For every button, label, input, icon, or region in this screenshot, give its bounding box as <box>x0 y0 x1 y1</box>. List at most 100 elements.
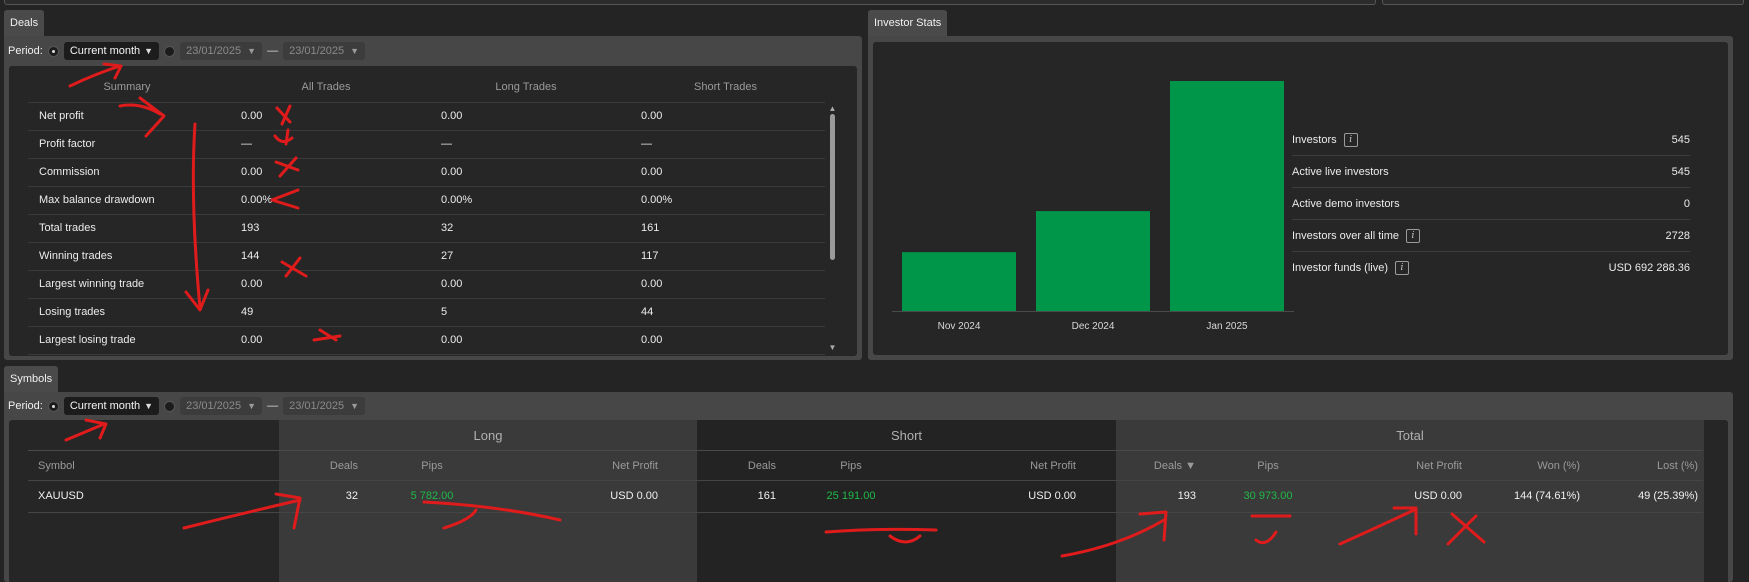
investor-stat-row: Investors i 545 <box>1292 124 1690 156</box>
symbols-date-to-value: 23/01/2025 <box>289 400 345 412</box>
symbols-col-header-total-pips[interactable]: Pips <box>1220 460 1316 472</box>
scroll-up-icon[interactable]: ▲ <box>828 104 837 113</box>
symbols-col-header-long-net-profit[interactable]: Net Profit <box>500 460 658 472</box>
tab-investor-stats[interactable]: Investor Stats <box>868 10 948 36</box>
chart-bar[interactable] <box>1036 211 1150 311</box>
tab-deals[interactable]: Deals <box>4 10 45 36</box>
deals-cell-value: — <box>626 130 825 159</box>
chart-category-label: Dec 2024 <box>1072 321 1115 332</box>
investor-stat-label-group: Investors i <box>1292 132 1358 147</box>
deals-date-separator: — <box>267 45 279 57</box>
deals-header-all[interactable]: All Trades <box>226 72 426 103</box>
deals-period-dropdown-value: Current month <box>69 45 141 57</box>
symbols-col-header-short-deals[interactable]: Deals <box>700 460 776 472</box>
investor-stat-label: Investors <box>1292 133 1337 146</box>
symbols-date-from-value: 23/01/2025 <box>186 400 242 412</box>
deals-row-net-profit: Net profit 0.00 0.00 0.00 <box>28 102 825 131</box>
top-panel-left-edge <box>4 0 1376 5</box>
symbols-date-from-field[interactable]: 23/01/2025 ▼ <box>180 397 263 415</box>
deals-scrollbar[interactable]: ▲ ▼ <box>828 104 837 352</box>
symbols-col-header-total-net-profit[interactable]: Net Profit <box>1330 460 1462 472</box>
symbols-col-header-short-net-profit[interactable]: Net Profit <box>918 460 1076 472</box>
investor-stat-label-group: Investors over all time i <box>1292 228 1420 243</box>
symbols-col-header-long-deals[interactable]: Deals <box>280 460 358 472</box>
investor-stat-value: 2728 <box>1665 229 1690 242</box>
deals-cell-value: 32 <box>426 214 626 243</box>
deals-cell-value: 0.00 <box>426 270 626 299</box>
symbols-group-header-total: Total <box>1396 428 1424 443</box>
deals-header-short[interactable]: Short Trades <box>626 72 825 103</box>
deals-cell-value: 27 <box>426 242 626 271</box>
symbols-row-divider <box>28 480 1703 481</box>
deals-table-container: Summary All Trades Long Trades Short Tra… <box>9 66 857 356</box>
investor-stat-label-group: Investor funds (live) i <box>1292 261 1409 275</box>
symbols-period-preset-radio[interactable] <box>47 400 59 412</box>
deals-row-winning-trades: Winning trades 144 27 117 <box>28 242 825 271</box>
info-icon[interactable]: i <box>1405 228 1420 243</box>
deals-period-dropdown[interactable]: Current month ▼ <box>63 42 160 60</box>
deals-cell-value: 161 <box>626 214 825 243</box>
chevron-down-icon: ▼ <box>144 401 154 411</box>
deals-row-max-drawdown: Max balance drawdown 0.00% 0.00% 0.00% <box>28 186 825 215</box>
deals-scrollbar-thumb[interactable] <box>830 114 835 260</box>
symbols-period-dropdown[interactable]: Current month ▼ <box>63 397 160 415</box>
deals-cell-value: 0.00% <box>426 186 626 215</box>
symbols-col-header-long-pips[interactable]: Pips <box>380 460 484 472</box>
chart-bar[interactable] <box>902 252 1016 311</box>
deals-cell-value: 0.00 <box>626 270 825 299</box>
symbols-row-divider <box>28 450 1703 451</box>
deals-cell-value: 0.00 <box>626 326 825 355</box>
symbols-col-header-won-pct[interactable]: Won (%) <box>1470 460 1580 472</box>
investor-stat-row: Investors over all time i 2728 <box>1292 220 1690 252</box>
deals-period-custom-radio[interactable] <box>164 45 176 57</box>
top-panel-right-edge <box>1382 0 1744 5</box>
deals-cell-value: 0.00 <box>426 326 626 355</box>
deals-header-summary[interactable]: Summary <box>28 72 226 103</box>
symbols-cell-short-pips: 25 191.00 <box>826 490 876 502</box>
chart-bar[interactable] <box>1170 81 1284 311</box>
info-icon[interactable]: i <box>1343 132 1358 147</box>
investor-stat-value: 0 <box>1683 197 1690 210</box>
investor-stat-value: 545 <box>1671 133 1690 146</box>
symbols-col-header-lost-pct[interactable]: Lost (%) <box>1590 460 1698 472</box>
investor-stat-label: Investor funds (live) <box>1292 262 1388 274</box>
deals-cell-value: 144 <box>226 242 426 271</box>
tab-symbols[interactable]: Symbols <box>4 366 59 392</box>
deals-header-long[interactable]: Long Trades <box>426 72 626 103</box>
deals-row-label: Winning trades <box>28 242 226 271</box>
investor-stat-row: Active live investors 545 <box>1292 156 1690 188</box>
deals-period-label: Period: <box>8 45 43 57</box>
symbols-period-dropdown-value: Current month <box>69 400 141 412</box>
symbols-cell-lost-pct: 49 (25.39%) <box>1638 490 1698 502</box>
deals-cell-value: 5 <box>426 298 626 327</box>
deals-row-losing-trades: Losing trades 49 5 44 <box>28 298 825 327</box>
deals-period-preset-radio[interactable] <box>47 45 59 57</box>
symbols-col-header-short-pips[interactable]: Pips <box>800 460 902 472</box>
deals-date-from-field[interactable]: 23/01/2025 ▼ <box>180 42 263 60</box>
deals-row-label: Max balance drawdown <box>28 186 226 215</box>
deals-cell-value: 117 <box>626 242 825 271</box>
deals-summary-table: Summary All Trades Long Trades Short Tra… <box>28 72 825 355</box>
deals-row-largest-losing: Largest losing trade 0.00 0.00 0.00 <box>28 326 825 355</box>
symbols-cell-short-net-profit: USD 0.00 <box>1028 490 1076 502</box>
chevron-down-icon: ▼ <box>144 46 154 56</box>
deals-row-label: Losing trades <box>28 298 226 327</box>
deals-cell-value: — <box>226 130 426 159</box>
deals-cell-value: 0.00 <box>226 102 426 131</box>
investor-stat-label: Active demo investors <box>1292 197 1400 210</box>
symbols-date-to-field[interactable]: 23/01/2025 ▼ <box>283 397 366 415</box>
deals-cell-value: 0.00 <box>426 158 626 187</box>
symbols-cell-total-pips: 30 973.00 <box>1243 490 1293 502</box>
chevron-down-icon: ▼ <box>247 46 257 56</box>
deals-cell-value: 0.00 <box>626 102 825 131</box>
deals-period-selector: Period: Current month ▼ 23/01/2025 ▼ — 2… <box>8 42 366 60</box>
symbols-col-header-symbol[interactable]: Symbol <box>38 460 238 472</box>
symbols-cell-long-deals: 32 <box>345 490 358 502</box>
deals-row-profit-factor: Profit factor — — — <box>28 130 825 159</box>
deals-cell-value: 0.00 <box>426 102 626 131</box>
scroll-down-icon[interactable]: ▼ <box>828 343 837 352</box>
deals-date-to-field[interactable]: 23/01/2025 ▼ <box>283 42 366 60</box>
info-icon[interactable]: i <box>1394 261 1409 275</box>
symbols-col-header-total-deals[interactable]: Deals ▼ <box>1120 460 1196 472</box>
symbols-period-custom-radio[interactable] <box>164 400 176 412</box>
